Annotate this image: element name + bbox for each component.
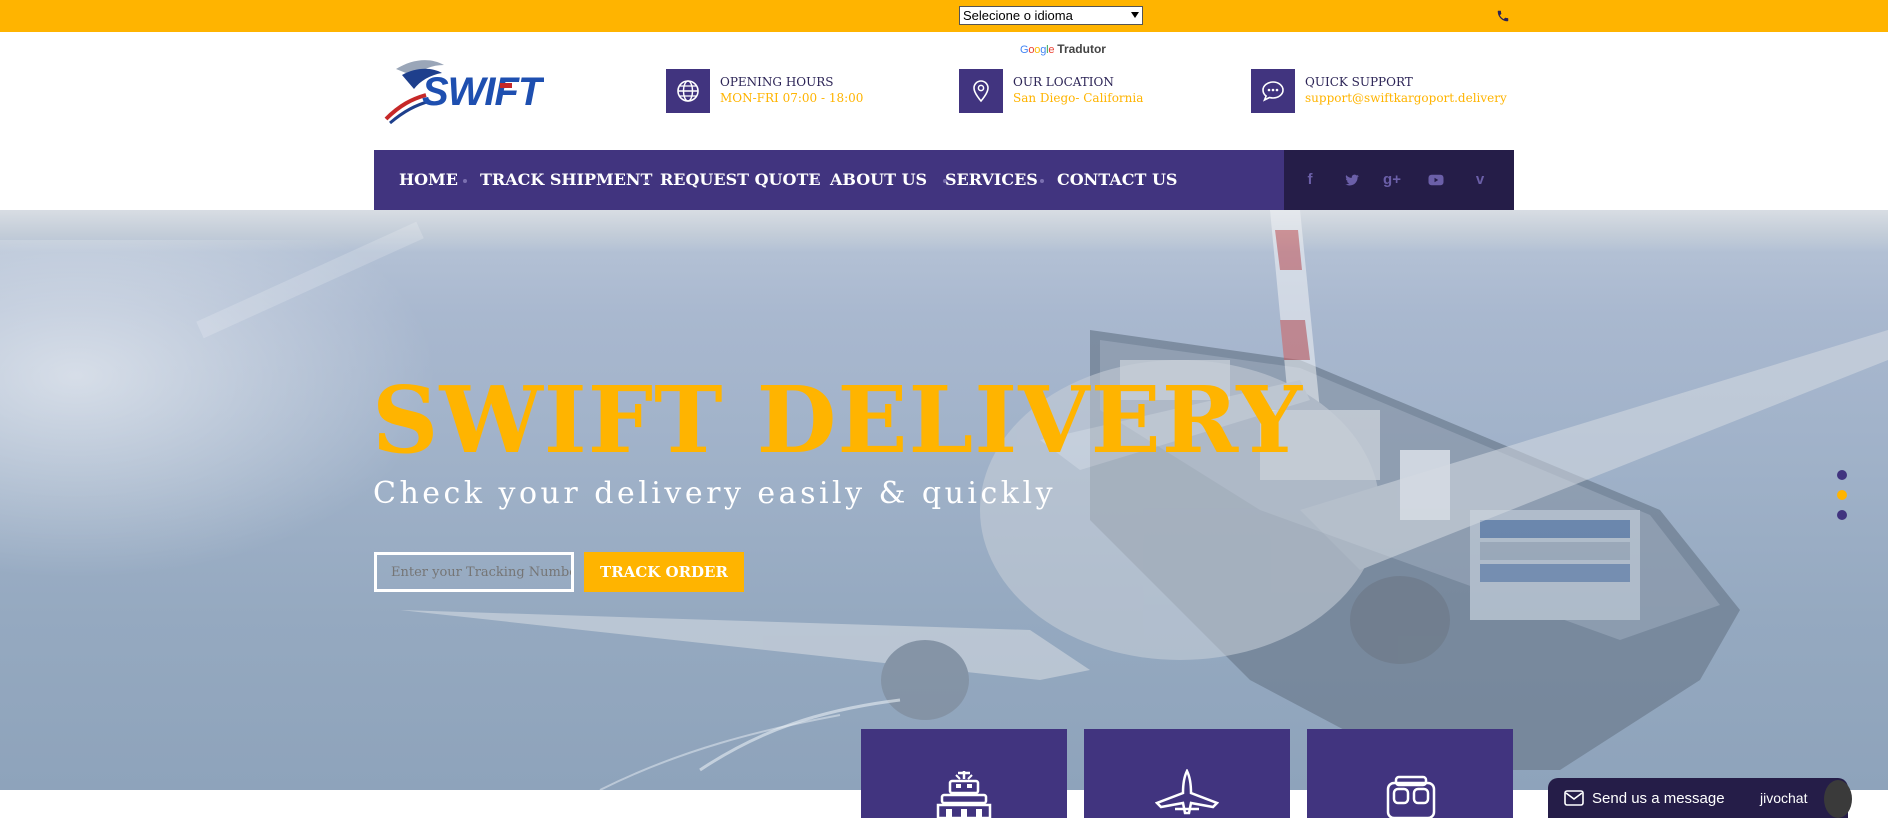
nav-separator (463, 179, 467, 183)
translator-label: Tradutor (1057, 42, 1106, 56)
top-bar (0, 0, 1888, 32)
nav-home[interactable]: HOME (399, 170, 458, 189)
slider-dot-2-active[interactable] (1837, 490, 1847, 500)
support-title: QUICK SUPPORT (1305, 75, 1413, 89)
hero-title: SWIFT DELIVERY (372, 366, 1304, 474)
service-box-land[interactable] (1307, 729, 1513, 818)
location-title: OUR LOCATION (1013, 75, 1114, 89)
chat-message-label: Send us a message (1592, 790, 1725, 807)
jivochat-brand: jivochat (1760, 790, 1808, 806)
chat-bubble-icon (1251, 69, 1295, 113)
ship-icon (936, 771, 992, 818)
nav-separator (1040, 179, 1044, 183)
social-links: f g+ v (1284, 150, 1514, 210)
nav-services[interactable]: SERVICES (945, 170, 1038, 189)
track-order-button[interactable]: TRACK ORDER (584, 552, 744, 592)
service-box-air[interactable] (1084, 729, 1290, 818)
language-select-value: Selecione o idioma (963, 8, 1073, 23)
main-nav: HOME TRACK SHIPMENT REQUEST QUOTE ABOUT … (374, 150, 1284, 210)
mail-icon (1564, 790, 1584, 806)
location-value: San Diego- California (1013, 91, 1144, 105)
map-pin-icon (959, 69, 1003, 113)
slider-dot-1[interactable] (1837, 470, 1847, 480)
truck-icon (1386, 775, 1436, 818)
chat-avatar (1824, 780, 1852, 818)
support-email[interactable]: support@swiftkargoport.delivery (1305, 91, 1507, 105)
opening-hours-value: MON-FRI 07:00 - 18:00 (720, 91, 864, 105)
nav-track-shipment[interactable]: TRACK SHIPMENT (480, 170, 652, 189)
google-plus-icon[interactable]: g+ (1382, 170, 1402, 190)
slider-dot-3[interactable] (1837, 510, 1847, 520)
nav-separator (815, 179, 819, 183)
hero-slider: SWIFT DELIVERY Check your delivery easil… (0, 210, 1888, 790)
facebook-icon[interactable]: f (1300, 170, 1320, 190)
airplane-icon (1155, 769, 1219, 815)
chevron-down-icon (1131, 12, 1139, 18)
swift-logo[interactable]: SWIFT (382, 55, 544, 127)
vimeo-icon[interactable]: v (1470, 170, 1490, 190)
globe-icon (666, 69, 710, 113)
service-box-sea[interactable] (861, 729, 1067, 818)
hero-subtitle: Check your delivery easily & quickly (373, 476, 1057, 511)
nav-separator (645, 179, 649, 183)
google-translate-brand: Google Tradutor (1020, 42, 1106, 56)
tracking-number-input[interactable] (374, 552, 574, 592)
opening-hours-title: OPENING HOURS (720, 75, 834, 89)
chat-widget[interactable]: Send us a message jivochat (1548, 778, 1852, 818)
twitter-icon[interactable] (1342, 170, 1362, 190)
nav-request-quote[interactable]: REQUEST QUOTE (660, 170, 821, 189)
youtube-icon[interactable] (1426, 170, 1446, 190)
nav-contact-us[interactable]: CONTACT US (1057, 170, 1177, 189)
phone-icon[interactable] (1496, 9, 1510, 23)
svg-text:SWIFT: SWIFT (422, 70, 544, 114)
nav-about-us[interactable]: ABOUT US (830, 170, 927, 189)
language-select[interactable]: Selecione o idioma (959, 6, 1143, 25)
google-logo: Google (1020, 44, 1055, 56)
